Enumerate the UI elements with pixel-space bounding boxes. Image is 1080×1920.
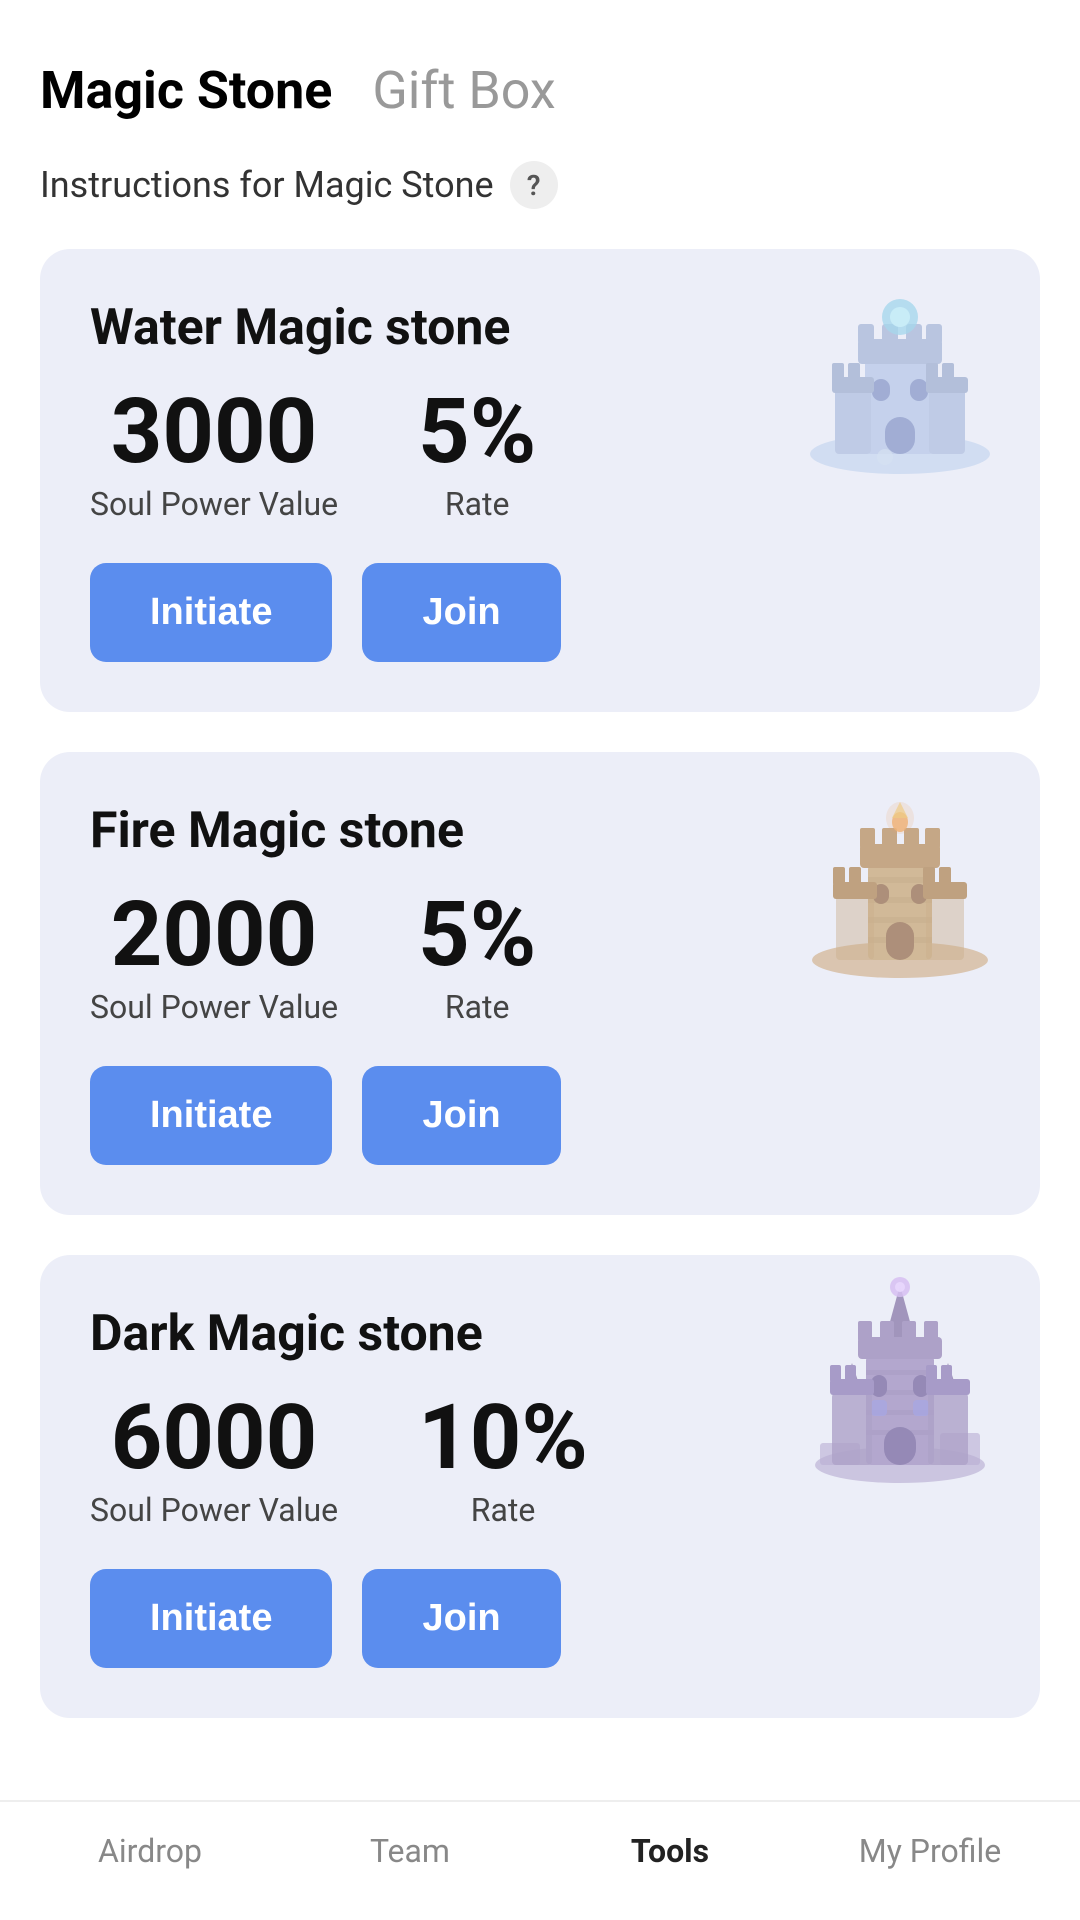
fire-rate-value: 5% [418, 890, 536, 980]
water-card-buttons: Initiate Join [90, 563, 990, 662]
water-magic-stone-card: Water Magic stone 3000 Soul Power Value … [40, 249, 1040, 712]
magic-stone-tab[interactable]: Magic Stone [40, 60, 332, 121]
nav-airdrop-label: Airdrop [98, 1832, 202, 1870]
water-rate-value: 5% [418, 387, 536, 477]
water-soul-power-block: 3000 Soul Power Value [90, 387, 338, 523]
water-join-button[interactable]: Join [362, 563, 560, 662]
nav-team-label: Team [370, 1832, 450, 1870]
fire-initiate-button[interactable]: Initiate [90, 1066, 332, 1165]
nav-myprofile-label: My Profile [859, 1832, 1001, 1870]
dark-rate-value: 10% [418, 1393, 588, 1483]
fire-soul-power-value: 2000 [111, 890, 318, 980]
dark-card-buttons: Initiate Join [90, 1569, 990, 1668]
dark-soul-power-label: Soul Power Value [90, 1491, 338, 1529]
fire-rate-block: 5% Rate [418, 890, 536, 1026]
water-rate-label: Rate [445, 485, 510, 523]
dark-rate-block: 10% Rate [418, 1393, 588, 1529]
water-rate-block: 5% Rate [418, 387, 536, 523]
dark-soul-power-block: 6000 Soul Power Value [90, 1393, 338, 1529]
dark-magic-stone-card: Dark Magic stone 6000 Soul Power Value 1… [40, 1255, 1040, 1718]
dark-soul-power-value: 6000 [111, 1393, 318, 1483]
instructions-bar: Instructions for Magic Stone ? [0, 151, 1080, 239]
fire-join-button[interactable]: Join [362, 1066, 560, 1165]
dark-join-button[interactable]: Join [362, 1569, 560, 1668]
cards-container: Water Magic stone 3000 Soul Power Value … [0, 239, 1080, 1738]
water-soul-power-label: Soul Power Value [90, 485, 338, 523]
question-icon[interactable]: ? [510, 161, 558, 209]
water-castle-image [790, 269, 1010, 493]
fire-soul-power-block: 2000 Soul Power Value [90, 890, 338, 1026]
fire-soul-power-label: Soul Power Value [90, 988, 338, 1026]
instructions-text: Instructions for Magic Stone [40, 164, 494, 206]
dark-initiate-button[interactable]: Initiate [90, 1569, 332, 1668]
nav-team[interactable]: Team [280, 1832, 540, 1870]
nav-myprofile[interactable]: My Profile [800, 1832, 1060, 1870]
fire-rate-label: Rate [445, 988, 510, 1026]
nav-airdrop[interactable]: Airdrop [20, 1832, 280, 1870]
fire-castle-image [790, 772, 1010, 996]
gift-box-tab[interactable]: Gift Box [372, 60, 555, 121]
water-initiate-button[interactable]: Initiate [90, 563, 332, 662]
header: Magic Stone Gift Box [0, 0, 1080, 151]
dark-castle-image [790, 1275, 1010, 1499]
fire-magic-stone-card: Fire Magic stone 2000 Soul Power Value 5… [40, 752, 1040, 1215]
nav-tools[interactable]: Tools [540, 1832, 800, 1870]
fire-card-buttons: Initiate Join [90, 1066, 990, 1165]
nav-tools-label: Tools [631, 1832, 709, 1870]
dark-rate-label: Rate [471, 1491, 536, 1529]
water-soul-power-value: 3000 [111, 387, 318, 477]
bottom-navigation: Airdrop Team Tools My Profile [0, 1800, 1080, 1920]
